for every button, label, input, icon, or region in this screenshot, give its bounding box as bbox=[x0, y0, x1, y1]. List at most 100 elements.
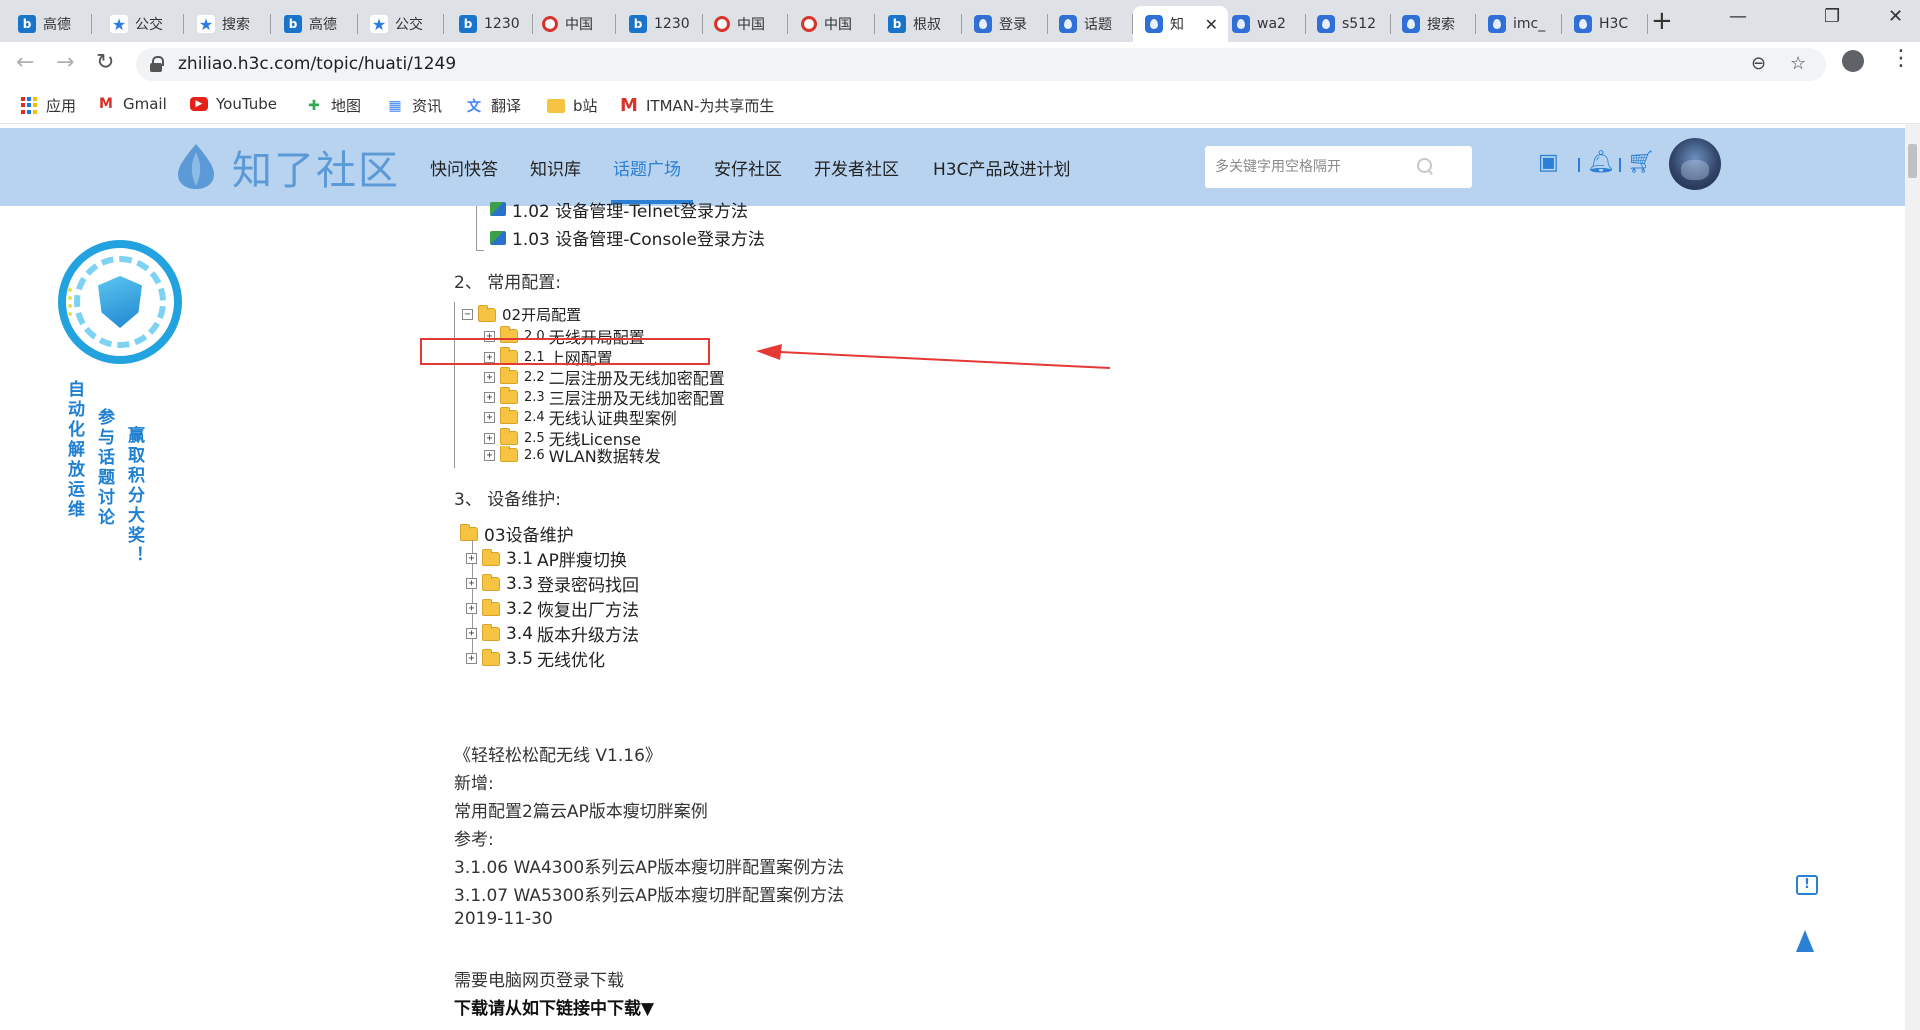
nav-item-zhishiku[interactable]: 知识库 bbox=[530, 155, 581, 180]
tree-item-3-5[interactable]: +3.5 无线优化 bbox=[466, 646, 605, 671]
tree-item-3-3[interactable]: +3.3 登录密码找回 bbox=[466, 571, 639, 596]
forward-icon[interactable]: → bbox=[56, 50, 74, 75]
site-search-input[interactable] bbox=[1205, 146, 1425, 188]
bookmark-label: 翻译 bbox=[491, 97, 522, 115]
bing-icon: b bbox=[629, 15, 647, 33]
browser-tab[interactable]: 中国 bbox=[702, 6, 788, 42]
bookmark-news[interactable]: ▦ 资讯 bbox=[386, 95, 442, 116]
tab-label: 中国 bbox=[737, 17, 765, 33]
expand-icon[interactable]: + bbox=[484, 391, 495, 403]
nav-item-improvement[interactable]: H3C产品改进计划 bbox=[933, 155, 1070, 180]
collapse-icon[interactable]: − bbox=[462, 309, 473, 320]
page-scrollbar[interactable] bbox=[1905, 124, 1920, 1030]
feedback-icon[interactable]: ! bbox=[1796, 875, 1818, 895]
minimize-icon[interactable]: — bbox=[1729, 6, 1747, 27]
calendar-checkin-icon[interactable]: ▣ bbox=[1538, 150, 1559, 175]
zoom-icon[interactable]: ⊖ bbox=[1751, 53, 1766, 74]
tree-root-03[interactable]: 03设备维护 bbox=[460, 521, 574, 546]
bookmark-itman[interactable]: M ITMAN-为共享而生 bbox=[620, 95, 774, 116]
browser-tab[interactable]: b 1230 bbox=[447, 6, 533, 42]
scrollbar-thumb[interactable] bbox=[1908, 144, 1917, 178]
browser-tab[interactable]: b 1230 bbox=[617, 6, 703, 42]
nav-item-anzai[interactable]: 安仔社区 bbox=[714, 155, 782, 180]
browser-tab[interactable]: imc_ bbox=[1476, 6, 1562, 42]
logo-icon[interactable] bbox=[176, 142, 216, 190]
bookmark-folder-bzhan[interactable]: b站 bbox=[547, 95, 598, 116]
maximize-icon[interactable]: ❐ bbox=[1824, 6, 1840, 27]
browser-tab[interactable]: ★ 搜索 bbox=[185, 6, 271, 42]
browser-tab[interactable]: wa2 bbox=[1220, 6, 1306, 42]
site-header: 知了社区 快问快答 知识库 话题广场 安仔社区 开发者社区 H3C产品改进计划 … bbox=[0, 128, 1905, 206]
expand-icon[interactable]: + bbox=[484, 449, 495, 461]
back-to-top-icon[interactable] bbox=[1796, 930, 1814, 952]
close-window-icon[interactable]: ✕ bbox=[1888, 6, 1903, 27]
bookmark-translate[interactable]: 文 翻译 bbox=[465, 95, 521, 116]
tree-root-02[interactable]: − 02开局配置 bbox=[462, 304, 581, 325]
bookmark-label: Gmail bbox=[123, 95, 167, 113]
reload-icon[interactable]: ↻ bbox=[96, 50, 114, 75]
profile-icon[interactable] bbox=[1842, 50, 1864, 72]
browser-tab[interactable]: b 高德 bbox=[6, 6, 92, 42]
browser-tab[interactable]: s512 bbox=[1305, 6, 1391, 42]
tab-label: H3C bbox=[1599, 16, 1629, 32]
expand-icon[interactable]: + bbox=[466, 603, 477, 614]
bookmark-star-icon[interactable]: ☆ bbox=[1790, 53, 1806, 74]
tree-item[interactable]: 1.02 设备管理-Telnet登录方法 bbox=[490, 199, 748, 219]
maps-icon: ✚ bbox=[308, 97, 320, 114]
browser-tab[interactable]: 中国 bbox=[530, 6, 616, 42]
expand-icon[interactable]: + bbox=[484, 371, 495, 383]
bookmark-maps[interactable]: ✚ 地图 bbox=[305, 95, 361, 116]
folder-icon bbox=[482, 598, 500, 616]
browser-tab[interactable]: 知 ✕ bbox=[1133, 6, 1228, 42]
address-bar[interactable]: zhiliao.h3c.com/topic/huati/1249 ⊖ ☆ bbox=[136, 48, 1826, 81]
promo-badge[interactable] bbox=[58, 240, 182, 364]
browser-menu-icon[interactable]: ⋮ bbox=[1890, 48, 1912, 70]
lock-icon[interactable] bbox=[150, 56, 164, 72]
tree-item-3-1[interactable]: +3.1 AP胖瘦切换 bbox=[466, 546, 627, 571]
bookmark-gmail[interactable]: M Gmail bbox=[97, 95, 167, 113]
browser-tab[interactable]: 话题 bbox=[1047, 6, 1133, 42]
tree-item-number: 2.4 bbox=[524, 409, 545, 425]
browser-tab[interactable]: H3C bbox=[1562, 6, 1648, 42]
folder-icon bbox=[482, 648, 500, 666]
close-tab-icon[interactable]: ✕ bbox=[1205, 15, 1218, 34]
nav-item-kuaiwen[interactable]: 快问快答 bbox=[430, 155, 498, 180]
expand-icon[interactable]: + bbox=[484, 411, 495, 423]
folder-icon bbox=[547, 98, 565, 113]
search-icon[interactable] bbox=[1417, 158, 1433, 174]
nav-item-developer[interactable]: 开发者社区 bbox=[814, 155, 899, 180]
expand-icon[interactable]: + bbox=[466, 553, 477, 564]
browser-tab[interactable]: 中国 bbox=[789, 6, 875, 42]
back-icon[interactable]: ← bbox=[16, 50, 34, 75]
expand-icon[interactable]: + bbox=[484, 432, 495, 444]
tree-item-3-2[interactable]: +3.2 恢复出厂方法 bbox=[466, 596, 639, 621]
avatar[interactable] bbox=[1669, 138, 1721, 190]
tree-item-number: 2.6 bbox=[524, 447, 545, 463]
cart-icon[interactable]: 🛒︎ bbox=[1627, 150, 1655, 175]
tree-item[interactable]: 1.03 设备管理-Console登录方法 bbox=[490, 225, 765, 250]
youtube-icon: ▶ bbox=[190, 97, 208, 111]
download-note[interactable]: 下载请从如下链接中下载▼ bbox=[454, 994, 654, 1019]
tree-item-2-6[interactable]: +2.6 WLAN数据转发 bbox=[484, 446, 661, 464]
browser-tab[interactable]: 搜索 bbox=[1390, 6, 1476, 42]
nav-item-huati[interactable]: 话题广场 bbox=[613, 155, 681, 180]
browser-tab[interactable]: b 根叔 bbox=[876, 6, 962, 42]
expand-icon[interactable]: + bbox=[466, 578, 477, 589]
browser-tab[interactable]: b 高德 bbox=[272, 6, 358, 42]
bell-icon[interactable]: 🔔︎ bbox=[1587, 150, 1615, 175]
tree-item-3-4[interactable]: +3.4 版本升级方法 bbox=[466, 621, 639, 646]
folder-icon bbox=[500, 367, 518, 384]
bookmark-apps[interactable]: 应用 bbox=[20, 95, 76, 116]
bookmark-youtube[interactable]: ▶ YouTube bbox=[190, 95, 277, 113]
expand-icon[interactable]: + bbox=[466, 653, 477, 664]
bookmarks-bar: 应用 M Gmail ▶ YouTube ✚ 地图 ▦ 资讯 文 翻译 b站 M… bbox=[0, 86, 1920, 124]
url-text[interactable]: zhiliao.h3c.com/topic/huati/1249 bbox=[178, 54, 456, 74]
tab-label: imc_ bbox=[1513, 16, 1546, 32]
site-logo-text[interactable]: 知了社区 bbox=[232, 138, 400, 196]
browser-tab[interactable]: ★ 公交 bbox=[98, 6, 184, 42]
browser-tab[interactable]: 登录 bbox=[962, 6, 1048, 42]
expand-icon[interactable]: + bbox=[466, 628, 477, 639]
new-tab-button[interactable]: + bbox=[1651, 8, 1673, 34]
browser-tab[interactable]: ★ 公交 bbox=[358, 6, 444, 42]
tab-label: 公交 bbox=[395, 17, 423, 33]
